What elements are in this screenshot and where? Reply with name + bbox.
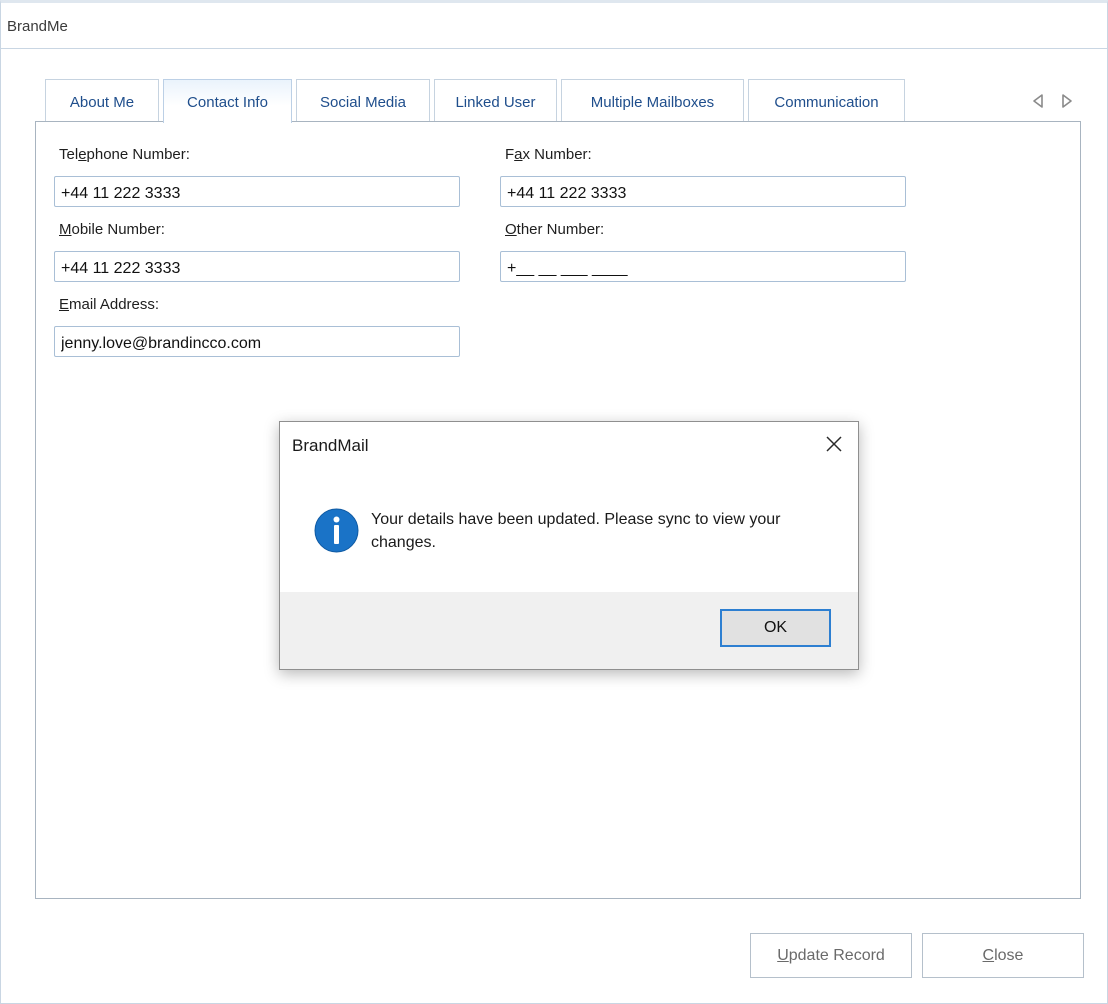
window-title: BrandMe (7, 18, 68, 35)
tab-about-me[interactable]: About Me (45, 79, 159, 122)
close-icon[interactable] (824, 434, 844, 454)
telephone-label: Telephone Number: (59, 146, 190, 163)
tab-label: Contact Info (187, 94, 268, 111)
tab-linked-user[interactable]: Linked User (434, 79, 557, 122)
tab-label: Social Media (320, 93, 406, 111)
tab-social-media[interactable]: Social Media (296, 79, 430, 122)
telephone-input[interactable] (54, 176, 460, 207)
tab-label: About Me (69, 93, 135, 111)
brandmail-dialog: BrandMail Your details have been updated… (279, 421, 859, 670)
ok-button[interactable]: OK (720, 609, 831, 647)
brandme-window: BrandMe About Me Contact Info Social Med… (0, 0, 1108, 1004)
email-input[interactable] (54, 326, 460, 357)
tab-label: Linked User (455, 93, 536, 111)
tab-contact-info[interactable]: Contact Info (163, 79, 292, 123)
tab-scroll-left-icon[interactable] (1031, 93, 1045, 109)
dialog-message: Your details have been updated. Please s… (371, 511, 781, 551)
mobile-input[interactable] (54, 251, 460, 282)
fax-input[interactable] (500, 176, 906, 207)
title-bar: BrandMe (1, 3, 1107, 49)
tab-communication[interactable]: Communication (748, 79, 905, 122)
info-icon (314, 508, 359, 553)
tab-strip: About Me Contact Info Social Media Linke… (45, 79, 915, 123)
tab-label: Communication (774, 93, 879, 111)
tab-label: Multiple Mailboxes (590, 93, 715, 111)
fax-label: Fax Number: (505, 146, 592, 163)
tab-multiple-mailboxes[interactable]: Multiple Mailboxes (561, 79, 744, 122)
mobile-label: Mobile Number: (59, 221, 165, 238)
tab-scroll-right-icon[interactable] (1060, 93, 1074, 109)
email-label: Email Address: (59, 296, 160, 313)
close-button[interactable]: Close (922, 933, 1084, 978)
other-number-label: Other Number: (505, 221, 605, 238)
other-number-input[interactable] (500, 251, 906, 282)
update-record-button[interactable]: Update Record (750, 933, 912, 978)
dialog-title: BrandMail (292, 436, 369, 455)
dialog-footer: OK (280, 592, 858, 669)
